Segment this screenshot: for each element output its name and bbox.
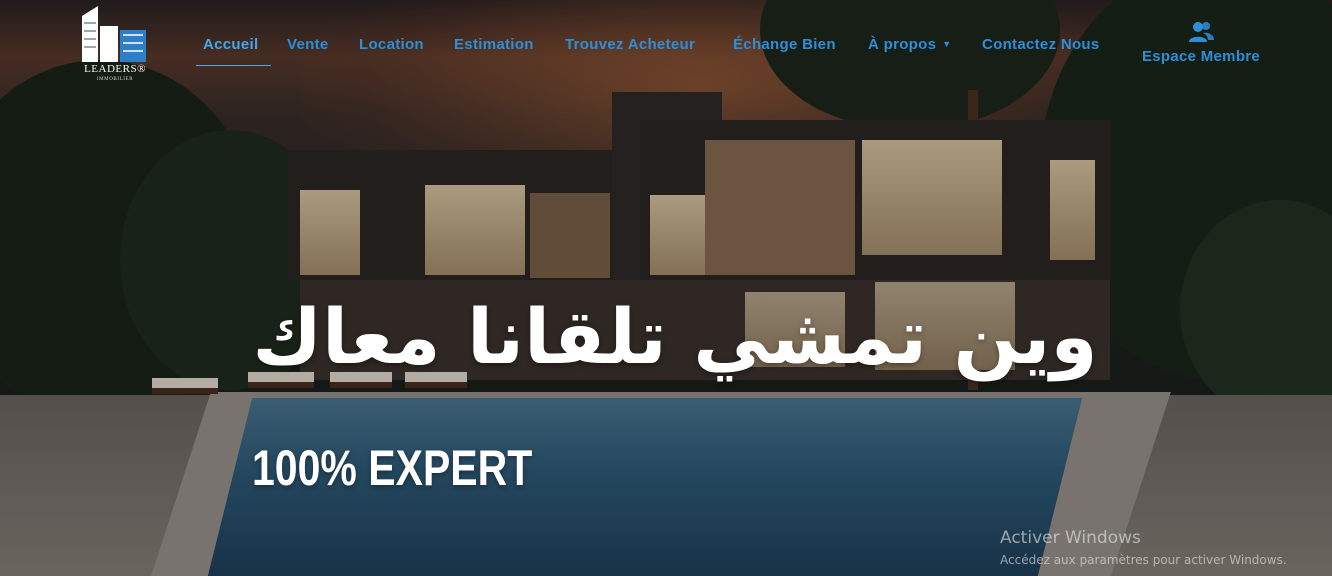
main-navbar: LEADERS® IMMOBILIER Accueil Vente Locati…	[0, 0, 1332, 90]
nav-estimation[interactable]: Estimation	[454, 36, 534, 53]
activation-title: Activer Windows	[1000, 528, 1141, 548]
nav-a-propos-label: À propos	[868, 36, 937, 53]
nav-echange-bien[interactable]: Échange Bien	[733, 36, 836, 53]
hero-headline-english: 100% EXPERT	[252, 440, 533, 496]
nav-location[interactable]: Location	[359, 36, 424, 53]
member-area-link[interactable]: Espace Membre	[1134, 20, 1268, 65]
brand-subtitle: IMMOBILIER	[96, 77, 134, 82]
windows-activation-watermark: Activer Windows Accédez aux paramètres p…	[1000, 527, 1287, 569]
active-nav-indicator	[196, 65, 271, 66]
users-icon	[1189, 22, 1214, 42]
nav-a-propos[interactable]: À propos ▼	[868, 36, 951, 53]
brand-logo[interactable]: LEADERS® IMMOBILIER	[80, 4, 150, 86]
nav-accueil[interactable]: Accueil	[203, 36, 258, 53]
building-logo-icon	[82, 6, 146, 62]
nav-vente[interactable]: Vente	[287, 36, 329, 53]
brand-name: LEADERS®	[84, 63, 146, 75]
caret-down-icon: ▼	[942, 39, 952, 49]
hero-headline-arabic: وين تمشي تلقانا معاك	[252, 292, 1098, 381]
member-area-label: Espace Membre	[1141, 48, 1261, 65]
nav-trouvez-acheteur[interactable]: Trouvez Acheteur	[565, 36, 695, 53]
nav-contactez-nous[interactable]: Contactez Nous	[982, 36, 1100, 53]
activation-subtitle: Accédez aux paramètres pour activer Wind…	[1000, 553, 1287, 567]
